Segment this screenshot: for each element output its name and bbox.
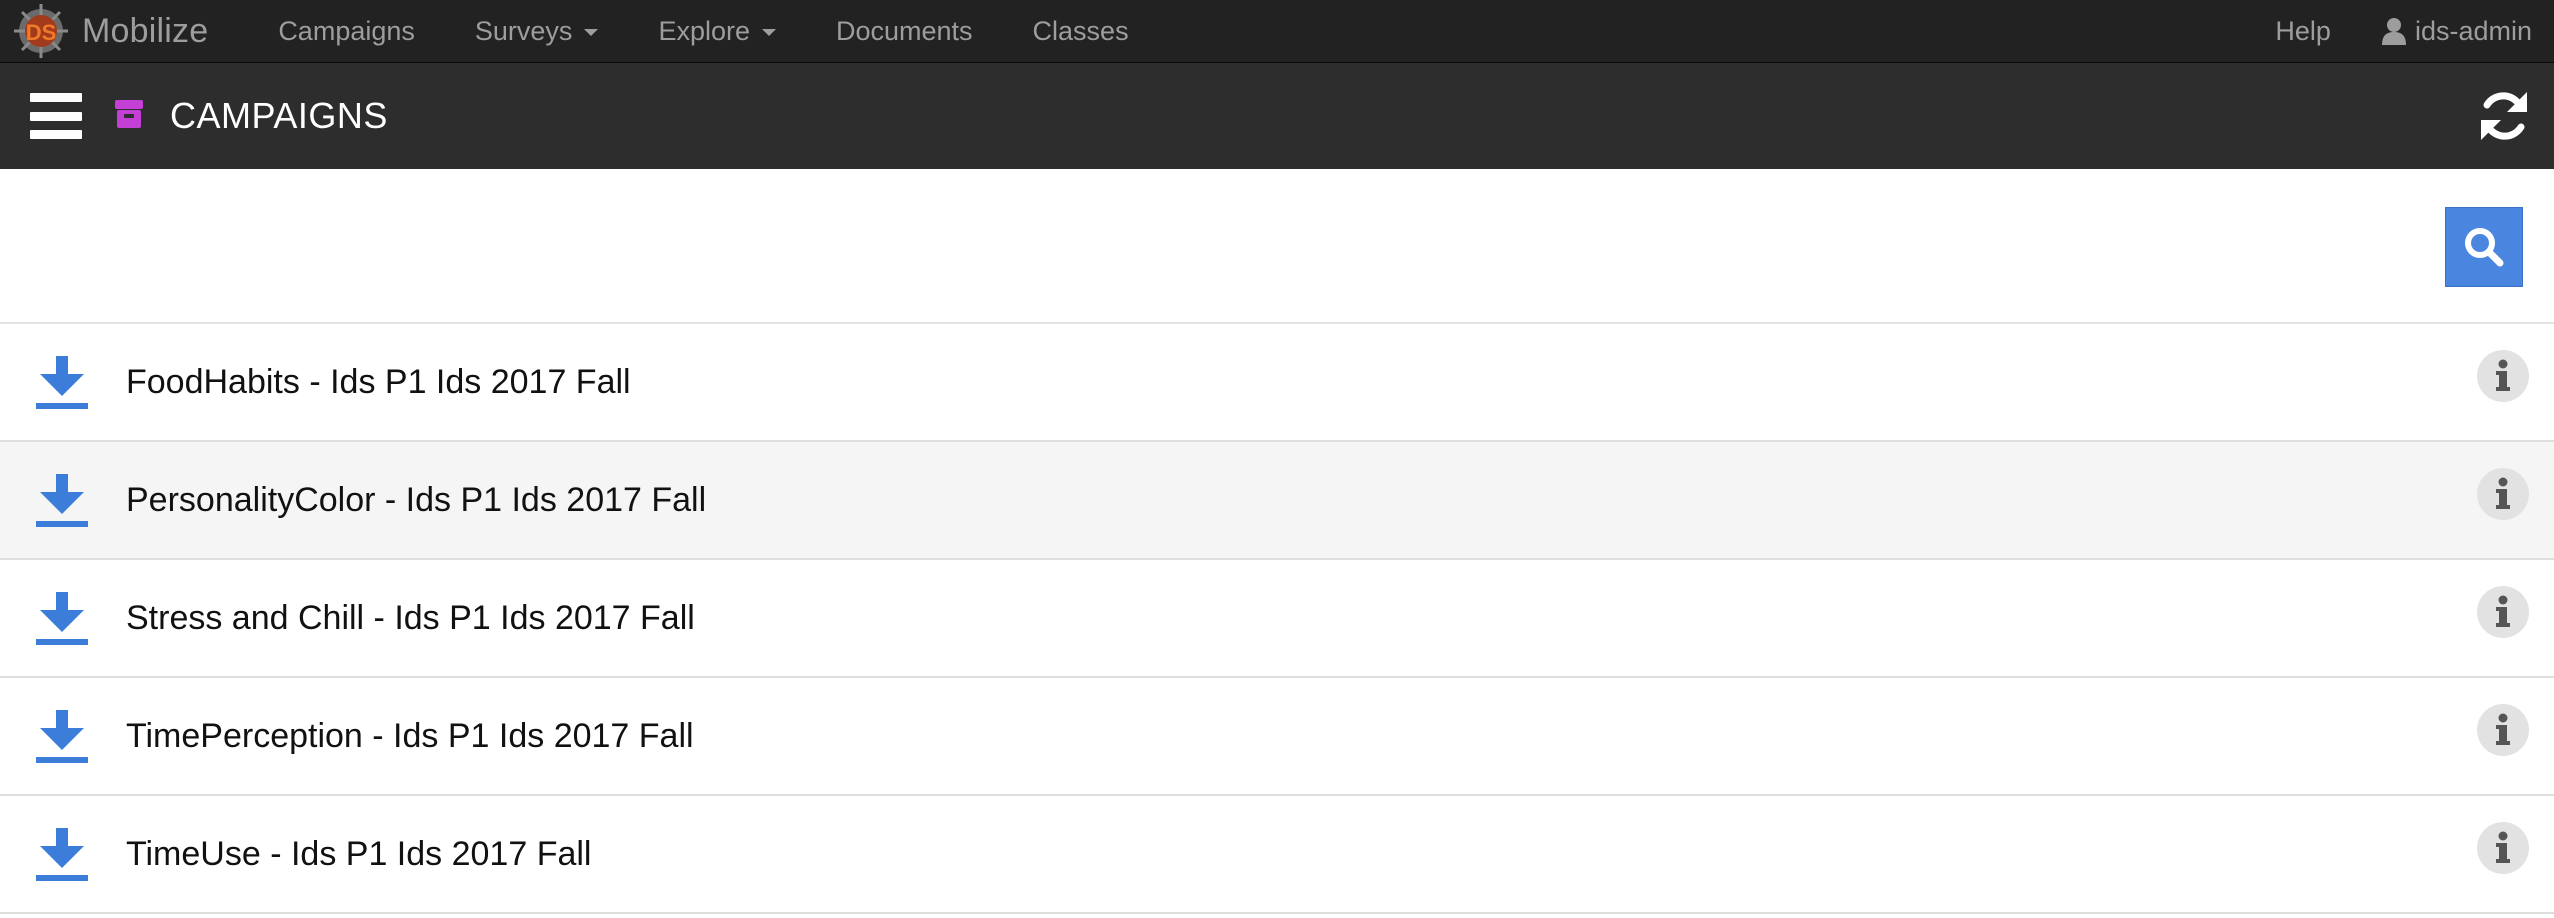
mobilize-logo-icon: DS bbox=[14, 4, 68, 58]
user-name: ids-admin bbox=[2414, 15, 2532, 46]
nav-classes[interactable]: Classes bbox=[1003, 0, 1159, 63]
campaign-name[interactable]: TimeUse - Ids P1 Ids 2017 Fall bbox=[126, 835, 591, 874]
user-icon bbox=[2381, 18, 2406, 45]
nav-help[interactable]: Help bbox=[2245, 0, 2367, 63]
nav-documents-label: Documents bbox=[835, 15, 973, 46]
list-item[interactable]: Stress and Chill - Ids P1 Ids 2017 Fall bbox=[0, 560, 2554, 678]
search-button[interactable] bbox=[2445, 207, 2523, 287]
page-title: CAMPAIGNS bbox=[170, 95, 388, 136]
info-button[interactable] bbox=[2477, 704, 2529, 756]
info-button[interactable] bbox=[2477, 822, 2529, 874]
nav-classes-label: Classes bbox=[1032, 15, 1129, 46]
download-icon[interactable] bbox=[36, 590, 88, 646]
campaign-name[interactable]: Stress and Chill - Ids P1 Ids 2017 Fall bbox=[126, 599, 695, 638]
list-item[interactable]: PersonalityColor - Ids P1 Ids 2017 Fall bbox=[0, 442, 2554, 560]
list-item[interactable]: TimePerception - Ids P1 Ids 2017 Fall bbox=[0, 678, 2554, 796]
list-item[interactable]: FoodHabits - Ids P1 Ids 2017 Fall bbox=[0, 324, 2554, 442]
search-row bbox=[0, 169, 2554, 324]
svg-text:DS: DS bbox=[26, 20, 57, 45]
nav-explore-dropdown[interactable]: Explore bbox=[628, 0, 806, 63]
nav-explore-label: Explore bbox=[658, 15, 750, 46]
info-icon bbox=[2496, 477, 2510, 509]
search-icon bbox=[2465, 228, 2504, 267]
caret-down-icon bbox=[761, 29, 776, 36]
download-icon[interactable] bbox=[36, 826, 88, 882]
nav-campaigns[interactable]: Campaigns bbox=[248, 0, 445, 63]
info-icon bbox=[2496, 831, 2510, 863]
nav-campaigns-label: Campaigns bbox=[278, 15, 415, 46]
info-button[interactable] bbox=[2477, 586, 2529, 638]
menu-icon[interactable] bbox=[30, 90, 82, 142]
refresh-icon[interactable] bbox=[2474, 86, 2534, 146]
info-icon bbox=[2496, 595, 2510, 627]
info-button[interactable] bbox=[2477, 350, 2529, 402]
campaign-name[interactable]: PersonalityColor - Ids P1 Ids 2017 Fall bbox=[126, 481, 706, 520]
nav-surveys-dropdown[interactable]: Surveys bbox=[445, 0, 629, 63]
campaign-name[interactable]: FoodHabits - Ids P1 Ids 2017 Fall bbox=[126, 363, 631, 402]
nav-help-label: Help bbox=[2275, 15, 2331, 46]
download-icon[interactable] bbox=[36, 708, 88, 764]
info-icon bbox=[2496, 713, 2510, 745]
user-menu[interactable]: ids-admin bbox=[2367, 0, 2554, 63]
page-header: CAMPAIGNS bbox=[0, 63, 2554, 169]
nav-surveys-label: Surveys bbox=[474, 15, 573, 46]
download-icon[interactable] bbox=[36, 472, 88, 528]
caret-down-icon bbox=[584, 29, 599, 36]
nav-documents[interactable]: Documents bbox=[806, 0, 1003, 63]
campaign-list: FoodHabits - Ids P1 Ids 2017 Fall Person… bbox=[0, 324, 2554, 914]
download-icon[interactable] bbox=[36, 354, 88, 410]
archive-box-icon bbox=[115, 100, 143, 128]
brand-name: Mobilize bbox=[82, 11, 209, 50]
campaign-name[interactable]: TimePerception - Ids P1 Ids 2017 Fall bbox=[126, 717, 694, 756]
top-navbar: DS Mobilize Campaigns Surveys Explore Do… bbox=[0, 0, 2554, 63]
info-icon bbox=[2496, 359, 2510, 391]
brand-link[interactable]: DS Mobilize bbox=[0, 0, 208, 63]
list-item[interactable]: TimeUse - Ids P1 Ids 2017 Fall bbox=[0, 796, 2554, 914]
info-button[interactable] bbox=[2477, 468, 2529, 520]
navbar-right: Help ids-admin bbox=[2245, 0, 2554, 63]
